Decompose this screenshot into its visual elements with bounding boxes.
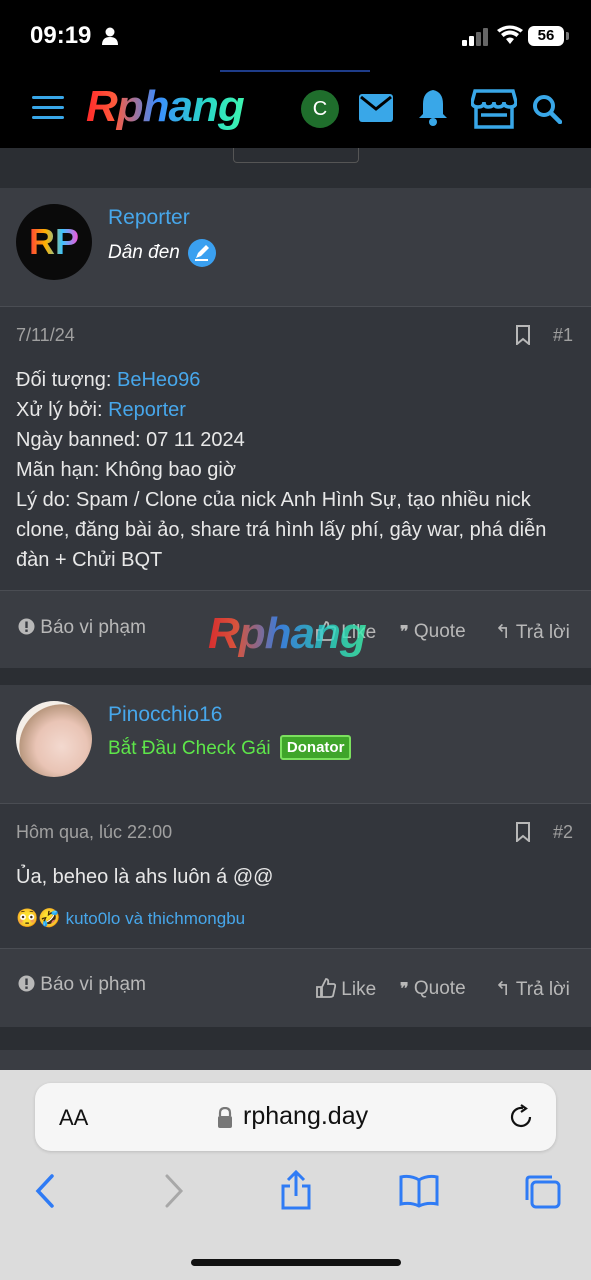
content-line: Mãn hạn: Không bao giờ [16,459,236,481]
status-time: 09:19 [30,22,92,49]
forward-icon[interactable] [164,1174,184,1208]
post-body: Hôm qua, lúc 22:00 #2 Ủa, beheo là ahs l… [0,804,591,948]
post-2: Pinocchio16 Bắt Đầu Check Gái Donator Hô… [0,685,591,1027]
post-header: Pinocchio16 Bắt Đầu Check Gái Donator [0,685,591,804]
alert-icon [18,975,35,992]
thumbs-up-icon [316,978,337,998]
lock-icon [218,1107,232,1128]
user-title: Dân đen [108,238,217,268]
content-line: Lý do: Spam / Clone của nick Anh Hình Sự… [16,489,547,571]
quote-button[interactable]: ❞ Quote [400,621,466,643]
home-indicator [191,1259,401,1266]
member-link[interactable]: BeHeo96 [117,369,200,391]
share-icon[interactable] [280,1170,312,1210]
pinocchio-avatar[interactable] [16,701,92,777]
reply-button[interactable]: ↰ Trả lời [495,978,570,1001]
post-header: RP Reporter Dân đen [0,188,591,307]
post-content: Đối tượng: BeHeo96 Xử lý bởi: Reporter N… [16,365,575,575]
verified-edit-icon [188,239,217,267]
donator-badge: Donator [279,735,352,760]
avatar-initials: RP [28,221,79,262]
report-button[interactable]: Báo vi phạm [18,617,146,639]
post-content: Ủa, beheo là ahs luôn á @@ [16,866,274,888]
store-icon[interactable] [471,89,517,129]
content-line: Xử lý bởi: Reporter [16,399,186,421]
username[interactable]: Reporter [108,206,190,230]
bookmark-icon[interactable] [515,325,531,345]
watermark-logo: Rphang [208,609,367,658]
content-line: Ngày banned: 07 11 2024 [16,429,245,451]
member-link[interactable]: Reporter [108,399,186,421]
reaction-users[interactable]: kuto0lo và thichmongbu [66,909,246,928]
quote-icon: ❞ [400,981,409,998]
account-avatar[interactable]: C [301,90,339,128]
address-bar[interactable]: AA rphang.day [35,1083,556,1151]
report-button[interactable]: Báo vi phạm [18,974,146,996]
reporter-avatar[interactable]: RP [16,204,92,280]
text-size-button[interactable]: AA [59,1105,88,1131]
post-number[interactable]: #1 [553,325,573,346]
user-title-text: Bắt Đầu Check Gái [108,738,271,759]
reply-button[interactable]: ↰ Trả lời [495,621,570,644]
reply-icon: ↰ [495,979,511,1000]
back-icon[interactable] [35,1174,55,1208]
post-body: 7/11/24 #1 Đối tượng: BeHeo96 Xử lý bởi:… [0,307,591,591]
reply-icon: ↰ [495,622,511,643]
wifi-icon [497,25,523,44]
search-icon[interactable] [532,94,562,124]
post-3-partial [0,1050,591,1070]
reaction-emojis: 😳🤣 [16,908,61,928]
bookmarks-book-icon[interactable] [399,1174,439,1208]
alert-icon [18,618,35,635]
header-accent-line [220,70,370,72]
tab-stub [233,148,359,163]
cellular-signal-icon [462,28,488,46]
bookmark-icon[interactable] [515,822,531,842]
reactions-summary[interactable]: 😳🤣 kuto0lo và thichmongbu [16,908,245,929]
url-text[interactable]: rphang.day [243,1102,368,1131]
browser-toolbar: AA rphang.day [0,1070,591,1280]
reload-icon[interactable] [508,1104,534,1130]
user-title: Bắt Đầu Check Gái Donator [108,735,352,760]
post-date[interactable]: Hôm qua, lúc 22:00 [16,822,172,843]
hamburger-menu-icon[interactable] [32,96,64,122]
battery-indicator: 56 [528,26,564,46]
post-actions: Báo vi phạm Like ❞ Quote ↰ Trả lời Rphan… [0,590,591,667]
person-icon [102,27,118,45]
status-bar: 09:19 56 [0,0,591,70]
quote-icon: ❞ [400,624,409,641]
user-title-text: Dân đen [108,242,180,264]
post-actions: Báo vi phạm Like ❞ Quote ↰ Trả lời [0,948,591,1025]
notification-bell-icon[interactable] [417,88,449,126]
post-1: RP Reporter Dân đen 7/11/24 #1 Đối tượng… [0,188,591,668]
like-button[interactable]: Like [316,978,376,1001]
content-line: Đối tượng: BeHeo96 [16,369,201,391]
battery-cap [566,32,569,40]
username[interactable]: Pinocchio16 [108,703,222,727]
post-date[interactable]: 7/11/24 [16,325,75,346]
post-number[interactable]: #2 [553,822,573,843]
mail-icon[interactable] [358,93,394,123]
tabs-icon[interactable] [524,1174,562,1210]
site-logo[interactable]: Rphang [86,82,245,132]
quote-button[interactable]: ❞ Quote [400,978,466,1000]
